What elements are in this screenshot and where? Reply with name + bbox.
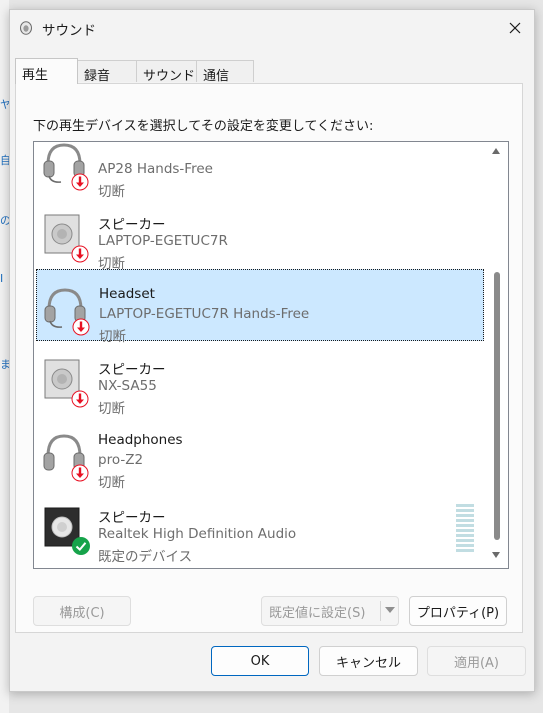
speaker-app-icon (20, 21, 32, 35)
device-row[interactable]: Headphones pro-Z2 切断 (36, 416, 484, 491)
scroll-down-arrow-icon[interactable] (492, 552, 500, 558)
level-segment (456, 519, 474, 522)
level-segment (456, 549, 474, 552)
level-segment (456, 524, 474, 527)
disconnected-arrow-icon (71, 390, 89, 408)
device-row-selected[interactable]: Headset LAPTOP-EGETUC7R Hands-Free 切断 (36, 269, 484, 345)
level-segment (456, 529, 474, 532)
scroll-thumb[interactable] (494, 272, 500, 540)
vertical-scrollbar[interactable] (488, 142, 506, 568)
apply-button[interactable]: 適用(A) (427, 646, 526, 676)
instruction-text: 下の再生デバイスを選択してその設定を変更してください: (33, 119, 374, 134)
level-segment (456, 544, 474, 547)
cancel-button[interactable]: キャンセル (319, 646, 418, 676)
device-description: LAPTOP-EGETUC7R Hands-Free (99, 306, 310, 322)
chevron-down-icon[interactable] (385, 607, 395, 613)
device-description: NX-SA55 (98, 378, 157, 394)
device-name: スピーカー (98, 217, 166, 233)
window-title: サウンド (42, 23, 96, 39)
disconnected-arrow-icon (71, 464, 89, 482)
device-row[interactable]: スピーカー NX-SA55 切断 (36, 342, 484, 417)
device-description: LAPTOP-EGETUC7R (98, 233, 228, 249)
device-status: 切断 (98, 401, 125, 417)
properties-button[interactable]: プロパティ(P) (409, 596, 507, 626)
set-default-button[interactable]: 既定値に設定(S) (261, 596, 399, 626)
level-segment (456, 509, 474, 512)
ok-button[interactable]: OK (211, 646, 309, 676)
set-default-label: 既定値に設定(S) (269, 605, 366, 621)
device-name: Headphones (98, 432, 183, 448)
configure-button[interactable]: 構成(C) (33, 596, 131, 626)
scroll-up-arrow-icon[interactable] (492, 148, 500, 154)
disconnected-arrow-icon (71, 245, 89, 263)
level-segment (456, 534, 474, 537)
sound-dialog: サウンド 再生 録音 サウンド 通信 下の再生デバイスを選択してその設定を変更し… (9, 9, 535, 692)
device-row[interactable]: AP28 Hands-Free 切断 (36, 142, 484, 200)
tab-communications[interactable]: 通信 (196, 60, 254, 84)
disconnected-arrow-icon (72, 318, 90, 336)
background-text: I (0, 272, 4, 285)
level-segment (456, 514, 474, 517)
tab-sounds[interactable]: サウンド (136, 60, 197, 84)
device-list[interactable]: AP28 Hands-Free 切断 スピーカー LAPTOP-EGETUC7R… (33, 141, 509, 569)
close-button[interactable] (498, 12, 532, 44)
device-name: Headset (99, 286, 155, 302)
device-row[interactable]: スピーカー LAPTOP-EGETUC7R 切断 (36, 197, 484, 272)
device-status: 既定のデバイス (98, 549, 193, 565)
tab-playback[interactable]: 再生 (15, 58, 78, 84)
device-row[interactable]: スピーカー Realtek High Definition Audio 既定のデ… (36, 490, 484, 565)
level-segment (456, 504, 474, 507)
volume-level-meter (456, 504, 474, 554)
device-description: Realtek High Definition Audio (98, 526, 297, 542)
playback-panel: 下の再生デバイスを選択してその設定を変更してください: AP28 Hands-F… (15, 83, 523, 633)
device-name: スピーカー (98, 362, 166, 378)
background-window-strip: ヤ 自 の I ま (0, 0, 11, 713)
device-status: 切断 (98, 475, 125, 491)
split-divider (380, 601, 381, 621)
device-name: スピーカー (98, 510, 166, 526)
level-segment (456, 539, 474, 542)
close-icon (509, 22, 521, 34)
tab-recording[interactable]: 録音 (77, 60, 137, 84)
title-bar[interactable]: サウンド (10, 10, 534, 46)
device-description: pro-Z2 (98, 452, 144, 468)
device-description: AP28 Hands-Free (98, 161, 213, 177)
disconnected-arrow-icon (71, 173, 89, 191)
default-check-icon (72, 537, 90, 555)
